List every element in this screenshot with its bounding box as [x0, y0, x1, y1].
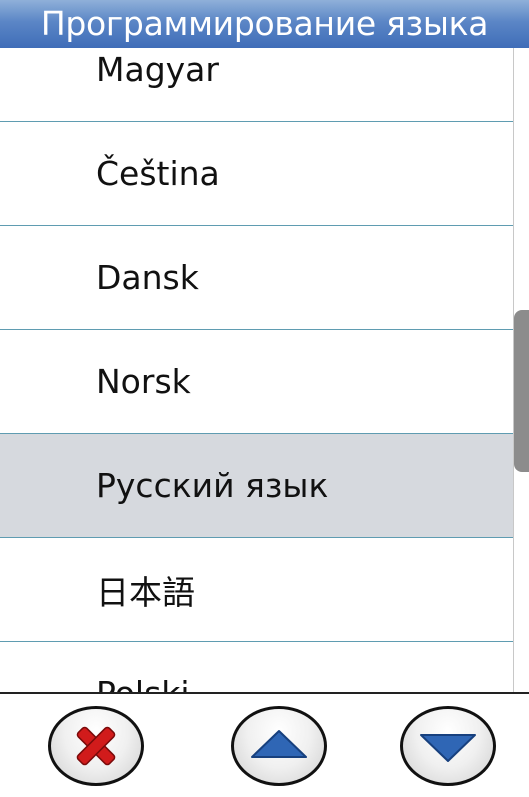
arrow-up-icon: [251, 730, 307, 758]
page-title: Программирование языка: [0, 0, 529, 48]
list-item-dansk[interactable]: Dansk: [0, 226, 513, 330]
list-item-japanese[interactable]: 日本語: [0, 538, 513, 642]
arrow-down-icon: [420, 734, 476, 762]
cancel-button[interactable]: [48, 706, 144, 786]
list-item-label: Polski: [96, 674, 190, 693]
scrollbar-thumb[interactable]: [514, 310, 529, 472]
list-item-norsk[interactable]: Norsk: [0, 330, 513, 434]
list-item-label: Čeština: [96, 154, 220, 193]
list-item-label: Русский язык: [96, 466, 329, 505]
list-item-magyar[interactable]: Magyar: [0, 48, 513, 122]
list-item-russian[interactable]: Русский язык: [0, 434, 513, 538]
language-list[interactable]: Magyar Čeština Dansk Norsk Русский язык …: [0, 48, 513, 693]
list-item-label: Norsk: [96, 362, 191, 401]
scrollbar[interactable]: [513, 48, 529, 693]
close-icon: [76, 726, 116, 766]
list-item-label: Dansk: [96, 258, 199, 297]
list-item-cestina[interactable]: Čeština: [0, 122, 513, 226]
list-item-label: Magyar: [96, 50, 219, 89]
list-item-label: 日本語: [96, 572, 195, 612]
list-item-polski[interactable]: Polski: [0, 642, 513, 693]
scroll-down-button[interactable]: [400, 706, 496, 786]
scroll-up-button[interactable]: [231, 706, 327, 786]
